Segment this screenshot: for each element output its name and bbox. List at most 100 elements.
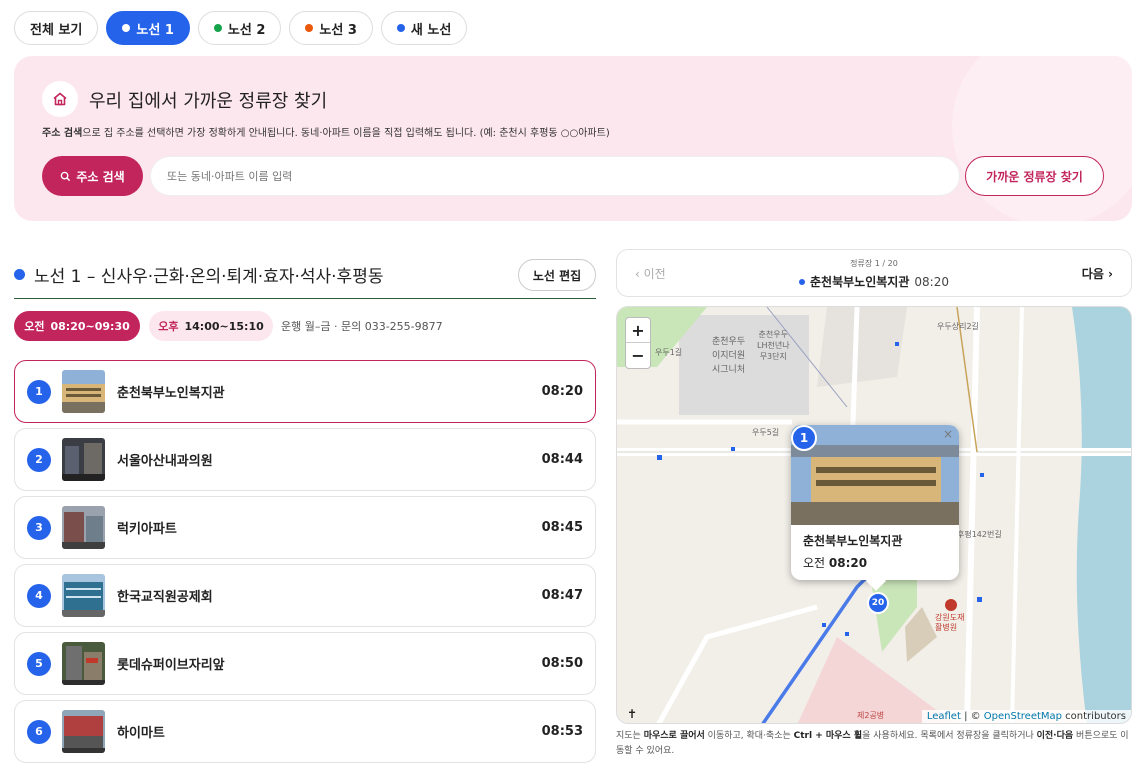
stop-item[interactable]: 3 럭키아파트 08:45 (14, 496, 596, 559)
stop-photo (62, 642, 105, 685)
stop-popup: × 춘천북부노인복지관 오전 08:20 (791, 425, 959, 591)
stop-item[interactable]: 2 서울아산내과의원 08:44 (14, 428, 596, 491)
stop-name: 롯데슈퍼이브자리앞 (117, 658, 225, 673)
tab-route-1[interactable]: 노선 1 (106, 11, 190, 45)
stop-list: 1 춘천북부노인복지관 08:20 2 서울아산내과의원 08:44 3 럭키아… (14, 360, 596, 768)
current-stop: 춘천북부노인복지관 08:20 (617, 273, 1131, 290)
route-dot-icon (305, 24, 314, 32)
stop-time: 08:50 (541, 656, 583, 671)
popup-time-label: 오전 (803, 556, 826, 570)
decorative-circle (952, 56, 1132, 221)
route-color-dot (799, 278, 806, 285)
stop-name: 하이마트 (117, 726, 165, 741)
map-label: 강원도재 활병원 (935, 613, 965, 632)
zoom-in-button[interactable]: + (626, 318, 650, 343)
popup-time-value: 08:20 (828, 556, 868, 570)
tab-all[interactable]: 전체 보기 (14, 11, 99, 45)
chevron-right-icon: › (1103, 267, 1113, 281)
home-icon (42, 81, 78, 117)
route-tabs: 전체 보기 노선 1 노선 2 노선 3 새 노선 (14, 11, 468, 45)
crosshair-icon: ✝ (627, 707, 638, 721)
map-label: 우두5길 (752, 428, 780, 437)
stop-item[interactable]: 5 롯데슈퍼이브자리앞 08:50 (14, 632, 596, 695)
nearby-stop-finder: 우리 집에서 가까운 정류장 찾기 주소 검색으로 집 주소를 선택하면 가장 … (14, 56, 1132, 221)
zoom-control: + − (625, 317, 651, 369)
stop-navigator: ‹ 이전 정류장 1 / 20 춘천북부노인복지관 08:20 다음 › (616, 249, 1132, 297)
am-schedule-pill[interactable]: 오전 08:20~09:30 (14, 311, 140, 341)
stop-item[interactable]: 1 춘천북부노인복지관 08:20 (14, 360, 596, 423)
am-time: 08:20~09:30 (50, 319, 130, 333)
stop-photo (62, 574, 105, 617)
desc-bold: 주소 검색 (42, 128, 83, 139)
stop-number: 6 (27, 719, 51, 744)
address-search-label: 주소 검색 (76, 169, 125, 184)
neighborhood-input[interactable] (150, 156, 960, 196)
stop-photo (62, 370, 105, 413)
hint-bold: 마우스로 끌어서 (643, 731, 705, 741)
stop-item[interactable]: 4 한국교직원공제회 08:47 (14, 564, 596, 627)
operation-info: 운행 월–금 · 문의 033-255-9877 (281, 320, 443, 333)
address-search-button[interactable]: 주소 검색 (42, 156, 143, 196)
stop-number: 1 (27, 379, 51, 404)
attribution-sep: | © (960, 711, 984, 722)
stop-time: 08:20 (541, 384, 583, 399)
stop-item[interactable]: 6 하이마트 08:53 (14, 700, 596, 763)
leaflet-link[interactable]: Leaflet (927, 711, 961, 722)
stop-photo (62, 438, 105, 481)
tab-label: 노선 2 (227, 22, 266, 38)
close-icon[interactable]: × (943, 427, 953, 441)
finder-description: 주소 검색으로 집 주소를 선택하면 가장 정확하게 안내됩니다. 동네·아파트… (42, 124, 610, 139)
pm-schedule-pill[interactable]: 오후 14:00~15:10 (149, 311, 273, 341)
tab-new-route[interactable]: 새 노선 (380, 11, 468, 45)
edit-route-button[interactable]: 노선 편집 (518, 259, 596, 291)
map-attribution: Leaflet | © OpenStreetMap contributors (921, 710, 1131, 723)
tab-label: 전체 보기 (30, 22, 83, 38)
divider (14, 298, 596, 299)
stop-photo (62, 506, 105, 549)
next-button[interactable]: 다음 › (1082, 265, 1113, 282)
find-nearby-stop-button[interactable]: 가까운 정류장 찾기 (965, 156, 1104, 196)
route-dot-icon (396, 24, 405, 32)
popup-stop-name: 춘천북부노인복지관 (803, 534, 903, 548)
stop-name: 서울아산내과의원 (117, 454, 213, 469)
stop-name: 한국교직원공제회 (117, 590, 213, 605)
zoom-out-button[interactable]: − (626, 343, 650, 368)
search-icon (61, 171, 71, 181)
tab-label: 노선 1 (136, 22, 174, 38)
route-title: 노선 1 – 신사우·근화·온의·퇴계·효자·석사·후평동 (34, 267, 384, 287)
am-label: 오전 (24, 320, 45, 333)
stop-photo (62, 710, 105, 753)
stop-number: 5 (27, 651, 51, 676)
map-hint: 지도는 마우스로 끌어서 이동하고, 확대·축소는 Ctrl + 마우스 휠을 … (616, 729, 1132, 759)
current-stop-time: 08:20 (914, 274, 949, 289)
route-heading: 노선 1 – 신사우·근화·온의·퇴계·효자·석사·후평동 (14, 262, 383, 287)
route-dot-icon (213, 24, 222, 32)
pm-time: 14:00~15:10 (184, 319, 264, 333)
route-dot-icon (122, 24, 131, 32)
map-label: 춘천우두 LH천년나 무3단지 (757, 330, 790, 361)
map-label: 제2공병 (857, 711, 885, 720)
hint-text: 을 사용하세요. 목록에서 정류장을 클릭하거나 (862, 731, 1037, 741)
stop-name: 춘천북부노인복지관 (117, 386, 225, 401)
tab-route-2[interactable]: 노선 2 (197, 11, 282, 45)
stop-marker[interactable]: 1 (791, 425, 817, 451)
osm-link[interactable]: OpenStreetMap (984, 711, 1062, 722)
next-label: 다음 (1081, 267, 1104, 281)
desc-text: 으로 집 주소를 선택하면 가장 정확하게 안내됩니다. 동네·아파트 이름을 … (82, 128, 610, 139)
attribution-text: contributors (1062, 711, 1126, 722)
hint-bold: 이전·다음 (1036, 731, 1074, 741)
stop-counter: 정류장 1 / 20 (850, 259, 898, 268)
stop-number: 2 (27, 447, 51, 472)
pm-label: 오후 (158, 320, 179, 333)
stop-time: 08:45 (541, 520, 583, 535)
tab-route-3[interactable]: 노선 3 (289, 11, 373, 45)
stop-time: 08:47 (541, 588, 583, 603)
route-map[interactable]: 춘천우두 LH천년나 무3단지 춘천우두 이지더원 시그니처 우두5길 우두상리… (616, 306, 1132, 724)
hint-text: 지도는 (616, 731, 644, 741)
stop-time: 08:53 (541, 724, 583, 739)
stop-marker[interactable]: 20 (867, 592, 889, 614)
map-label: 우두1길 (655, 348, 683, 357)
tab-label: 노선 3 (319, 22, 357, 38)
stop-name: 럭키아파트 (117, 522, 177, 537)
map-label: 후평142번길 (957, 530, 1002, 539)
